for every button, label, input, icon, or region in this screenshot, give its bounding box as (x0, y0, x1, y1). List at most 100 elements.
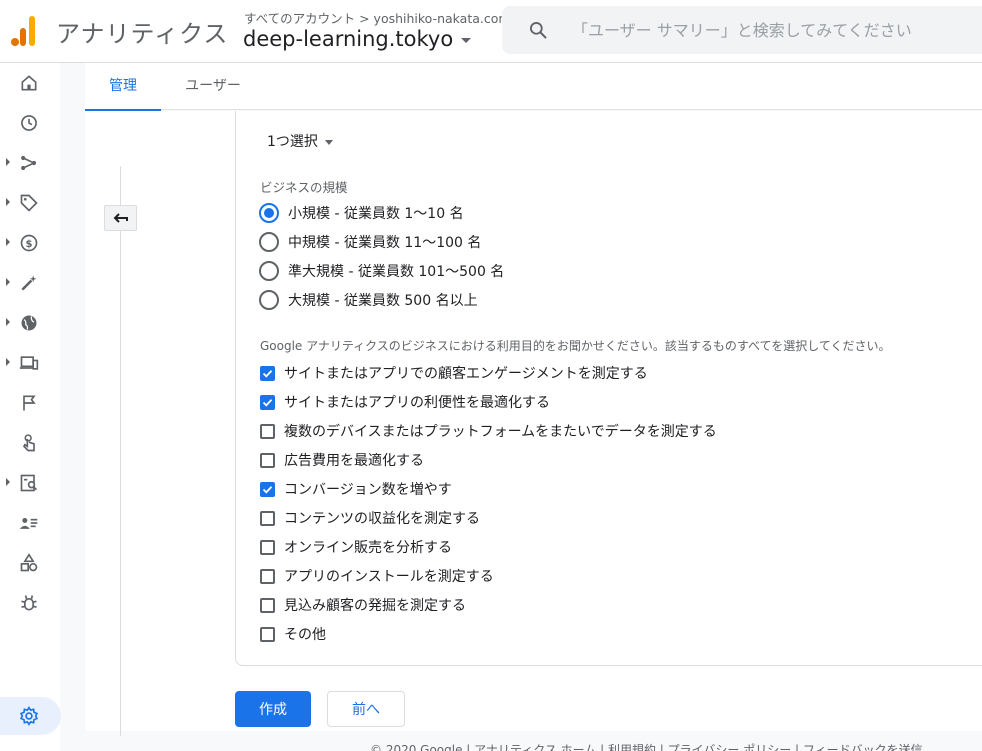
nav-events[interactable] (0, 383, 60, 423)
nav-geo[interactable] (0, 303, 60, 343)
report-search-icon (20, 474, 38, 492)
checkbox-label: オンライン販売を分析する (284, 540, 452, 556)
expand-arrow-icon (6, 158, 10, 166)
expand-arrow-icon (6, 238, 10, 246)
checkbox[interactable] (260, 597, 275, 613)
radio-medium-large[interactable]: 準大規模 - 従業員数 101～500 名 (259, 260, 504, 282)
expand-arrow-icon (6, 318, 10, 326)
clock-icon (21, 115, 37, 131)
radio-label: 大規模 - 従業員数 500 名以上 (288, 293, 478, 309)
step-line-divider (120, 166, 121, 736)
check-usability[interactable]: サイトまたはアプリの利便性を最適化する (260, 392, 550, 412)
nav-explore[interactable] (0, 543, 60, 583)
check-lead-generation[interactable]: 見込み顧客の発掘を測定する (260, 595, 466, 615)
checkbox[interactable] (260, 539, 275, 555)
arrow-back-icon (113, 213, 128, 223)
home-icon (21, 75, 37, 91)
app-title: アナリティクス (56, 20, 229, 48)
nav-debugview[interactable] (0, 583, 60, 623)
checkbox-label: アプリのインストールを測定する (284, 569, 494, 585)
tab-bar: 管理 ユーザー (85, 63, 982, 111)
radio-label: 中規模 - 従業員数 11～100 名 (288, 235, 482, 251)
check-ad-cost[interactable]: 広告費用を最適化する (260, 450, 424, 470)
radio-medium[interactable]: 中規模 - 従業員数 11～100 名 (259, 231, 481, 253)
checkbox[interactable] (260, 423, 275, 439)
flag-icon (23, 395, 36, 411)
checkbox[interactable] (260, 394, 275, 410)
footer-links[interactable]: © 2020 Google | アナリティクス ホーム | 利用規約 | プライ… (370, 741, 923, 751)
nav-home[interactable] (0, 63, 60, 103)
bug-icon (21, 595, 37, 611)
person-list-icon (19, 518, 38, 529)
checkmark-icon (262, 398, 273, 407)
checkbox[interactable] (260, 452, 275, 468)
nav-analysis[interactable] (0, 463, 60, 503)
checkmark-icon (262, 369, 273, 378)
expand-arrow-icon (6, 198, 10, 206)
checkbox[interactable] (260, 568, 275, 584)
globe-icon (21, 315, 37, 331)
check-engagement[interactable]: サイトまたはアプリでの顧客エンゲージメントを測定する (260, 363, 648, 383)
analytics-logo-icon[interactable] (11, 16, 37, 46)
industry-select-value: 1つ選択 (267, 134, 318, 150)
check-online-sales[interactable]: オンライン販売を分析する (260, 537, 452, 557)
checkbox[interactable] (260, 365, 275, 381)
nav-conversions[interactable] (0, 423, 60, 463)
search-bar[interactable] (502, 6, 982, 54)
tab-user[interactable]: ユーザー (181, 63, 245, 110)
nav-realtime[interactable] (0, 103, 60, 143)
nav-acquisition[interactable] (0, 263, 60, 303)
nav-customization[interactable] (0, 143, 60, 183)
left-navigation: $ (0, 63, 61, 751)
custom-branch-icon (21, 155, 37, 171)
checkbox-label: サイトまたはアプリでの顧客エンゲージメントを測定する (284, 366, 648, 382)
checkbox-label: コンバージョン数を増やす (284, 482, 452, 498)
shapes-icon (20, 553, 38, 572)
touch-icon (22, 434, 35, 452)
account-breadcrumb[interactable]: すべてのアカウント > yoshihiko-nakata.com (244, 8, 511, 27)
check-conversions[interactable]: コンバージョン数を増やす (260, 479, 452, 499)
radio-button[interactable] (259, 261, 279, 281)
expand-arrow-icon (6, 478, 10, 486)
devices-icon (19, 356, 39, 370)
chevron-down-icon (324, 139, 333, 145)
dollar-icon: $ (20, 234, 38, 252)
create-button[interactable]: 作成 (235, 691, 311, 727)
radio-small[interactable]: 小規模 - 従業員数 1～10 名 (259, 202, 464, 224)
nav-audience[interactable] (0, 183, 60, 223)
checkbox-label: 複数のデバイスまたはプラットフォームをまたいでデータを測定する (284, 424, 717, 440)
checkbox[interactable] (260, 626, 275, 642)
purpose-label: Google アナリティクスのビジネスにおける利用目的をお聞かせください。該当す… (260, 339, 891, 353)
radio-button[interactable] (259, 203, 279, 223)
property-selector[interactable]: deep-learning.tokyo (243, 27, 472, 51)
nav-admin-settings[interactable] (0, 697, 61, 735)
check-other[interactable]: その他 (260, 624, 326, 644)
radio-label: 小規模 - 従業員数 1～10 名 (288, 206, 464, 222)
checkbox[interactable] (260, 481, 275, 497)
expand-arrow-icon (6, 358, 10, 366)
tab-admin[interactable]: 管理 (85, 63, 161, 111)
checkbox-label: 見込み顧客の発掘を測定する (284, 598, 466, 614)
back-button[interactable] (104, 205, 137, 231)
top-header: アナリティクス すべてのアカウント > yoshihiko-nakata.com… (0, 0, 982, 63)
industry-select[interactable]: 1つ選択 (267, 131, 333, 151)
radio-button[interactable] (259, 290, 279, 310)
checkbox-label: その他 (284, 627, 326, 643)
chevron-down-icon (461, 37, 472, 43)
radio-large[interactable]: 大規模 - 従業員数 500 名以上 (259, 289, 478, 311)
settings-icon (19, 706, 39, 726)
search-icon (530, 22, 547, 39)
previous-button[interactable]: 前へ (327, 691, 405, 727)
radio-button[interactable] (259, 232, 279, 252)
check-content-monetization[interactable]: コンテンツの収益化を測定する (260, 508, 480, 528)
check-app-installs[interactable]: アプリのインストールを測定する (260, 566, 494, 586)
checkbox-label: サイトまたはアプリの利便性を最適化する (284, 395, 550, 411)
checkbox[interactable] (260, 510, 275, 526)
nav-user-explorer[interactable] (0, 503, 60, 543)
nav-devices[interactable] (0, 343, 60, 383)
checkmark-icon (262, 485, 273, 494)
nav-monetization[interactable]: $ (0, 223, 60, 263)
search-input[interactable] (572, 16, 972, 44)
check-cross-device[interactable]: 複数のデバイスまたはプラットフォームをまたいでデータを測定する (260, 421, 717, 441)
checkbox-label: コンテンツの収益化を測定する (284, 511, 480, 527)
